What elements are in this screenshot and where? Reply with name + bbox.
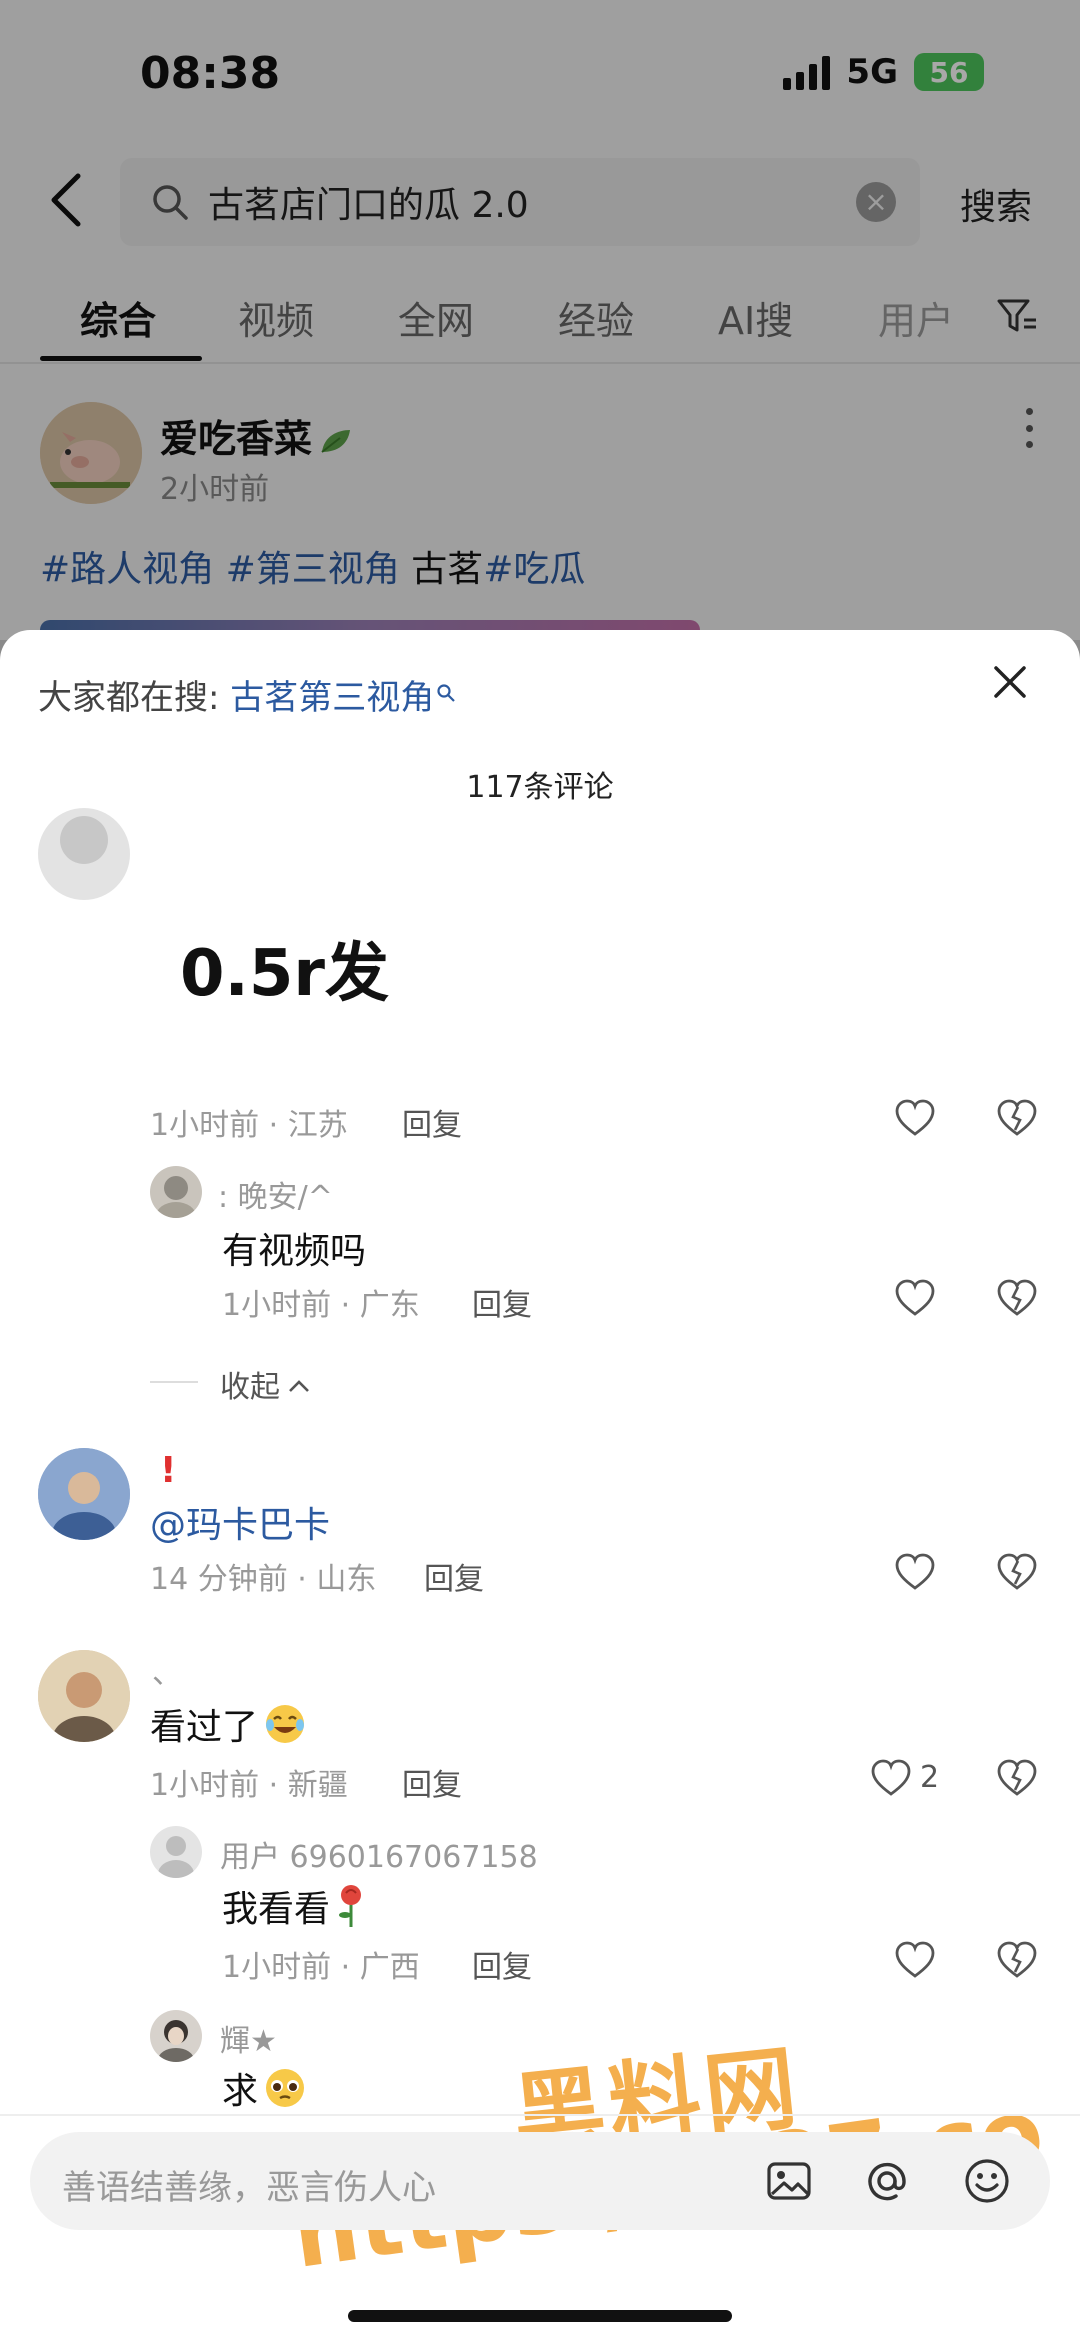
- user-photo-icon: [158, 2020, 194, 2062]
- reply-button[interactable]: 回复: [472, 1280, 532, 1324]
- reply-button[interactable]: 回复: [402, 1760, 462, 1804]
- exclamation-mark: !: [160, 1450, 177, 1491]
- comment-text: 0.5r发: [180, 937, 389, 1011]
- reply-username[interactable]: : 晚安/^: [218, 1172, 333, 1216]
- avatar[interactable]: [150, 2010, 202, 2062]
- comment-text: 看过了: [150, 1698, 308, 1750]
- comment-meta: 1小时前 · 江苏: [150, 1108, 348, 1143]
- comment-username[interactable]: 、: [152, 1648, 182, 1692]
- reply-button[interactable]: 回复: [402, 1100, 462, 1144]
- mention-icon[interactable]: [862, 2156, 912, 2206]
- modal-overlay[interactable]: [0, 0, 1080, 640]
- hot-search: 大家都在搜: 古茗第三视角: [38, 670, 456, 719]
- user-photo-icon: [156, 1176, 196, 1218]
- comment-text: 有视频吗: [222, 1231, 367, 1272]
- like-icon[interactable]: [894, 1278, 936, 1318]
- comment-meta: 1小时前 · 广东: [222, 1288, 420, 1323]
- comment-text[interactable]: @玛卡巴卡: [150, 1496, 330, 1548]
- reply-button[interactable]: 回复: [472, 1942, 532, 1986]
- dislike-icon[interactable]: [996, 1098, 1038, 1138]
- comment-input-placeholder: 善语结善缘，恶言伤人心: [62, 2168, 436, 2208]
- divider: [0, 2114, 1080, 2116]
- hot-search-keyword[interactable]: 古茗第三视角: [230, 678, 434, 718]
- user-photo-icon: [38, 1448, 130, 1540]
- comment-text: 我看看: [222, 1880, 368, 1932]
- reply-username[interactable]: 用户 6960167067158: [220, 1832, 538, 1876]
- comment-meta: 14 分钟前 · 山东: [150, 1562, 377, 1597]
- reply-username[interactable]: 輝★: [220, 2016, 277, 2060]
- rose-emoji-icon: [339, 1885, 362, 1927]
- dislike-icon[interactable]: [996, 1278, 1038, 1318]
- laugh-cry-emoji-icon: [266, 1705, 305, 1743]
- collapse-button[interactable]: 收起: [220, 1362, 310, 1406]
- comment-meta: 1小时前 · 广西: [222, 1950, 420, 1985]
- user-photo-icon: [38, 1650, 130, 1742]
- dislike-icon[interactable]: [996, 1940, 1038, 1980]
- search-icon: [437, 684, 456, 702]
- divider: [150, 1381, 198, 1383]
- avatar[interactable]: [150, 1826, 202, 1878]
- chevron-up-icon: [289, 1380, 309, 1392]
- like-icon[interactable]: [894, 1940, 936, 1980]
- like-icon[interactable]: [894, 1098, 936, 1138]
- emoji-icon[interactable]: [962, 2156, 1012, 2206]
- pleading-emoji-icon: [266, 2069, 305, 2107]
- dislike-icon[interactable]: [996, 1758, 1038, 1798]
- home-indicator[interactable]: [348, 2310, 732, 2322]
- comment-text: 求: [222, 2062, 308, 2114]
- close-icon[interactable]: [988, 660, 1032, 704]
- reply-button[interactable]: 回复: [424, 1554, 484, 1598]
- comment-meta: 1小时前 · 新疆: [150, 1768, 348, 1803]
- avatar[interactable]: [38, 1650, 130, 1742]
- avatar[interactable]: [38, 808, 130, 900]
- avatar[interactable]: [38, 1448, 130, 1540]
- image-icon[interactable]: [764, 2156, 814, 2206]
- dislike-icon[interactable]: [996, 1552, 1038, 1592]
- like-icon[interactable]: [870, 1758, 912, 1798]
- comment-input[interactable]: 善语结善缘，恶言伤人心: [30, 2132, 1050, 2230]
- comment-sheet: 大家都在搜: 古茗第三视角 117条评论 0.5r发 1小时前 · 江苏 回复 …: [0, 630, 1080, 2339]
- like-icon[interactable]: [894, 1552, 936, 1592]
- default-avatar-icon: [158, 1836, 194, 1878]
- avatar[interactable]: [150, 1166, 202, 1218]
- like-count: 2: [920, 1760, 940, 1795]
- comment-count: 117条评论: [466, 770, 614, 805]
